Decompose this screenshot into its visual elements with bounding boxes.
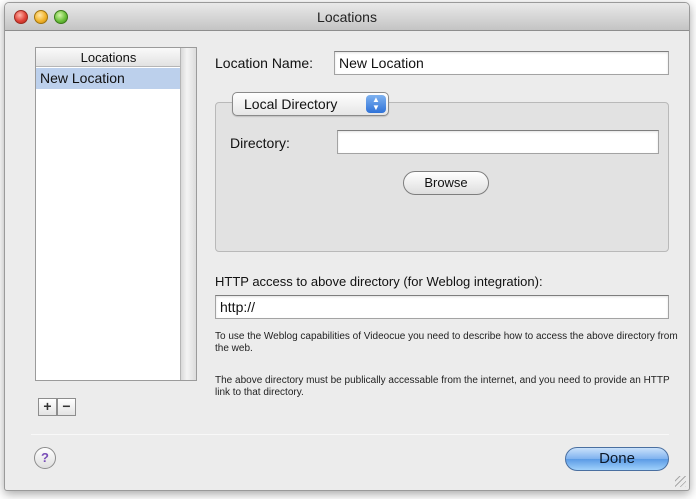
remove-location-button[interactable]: − [57,398,76,416]
weblog-help-text: To use the Weblog capabilities of Videoc… [215,331,678,354]
location-type-value: Local Directory [244,96,338,112]
locations-window: Locations Locations New Location + − Loc… [4,2,690,491]
http-url-field[interactable]: http:// [215,295,669,319]
resize-grip-icon[interactable] [675,476,686,487]
list-column-header[interactable]: Locations [36,48,181,67]
help-icon[interactable]: ? [34,447,56,469]
accessibility-help-text: The above directory must be publically a… [215,375,670,398]
locations-list[interactable]: Locations New Location [35,47,197,381]
footer-divider [31,434,669,435]
directory-label: Directory: [230,135,290,151]
location-type-popup[interactable]: Local Directory ▲ ▼ [232,92,389,116]
browse-button[interactable]: Browse [403,171,489,195]
updown-arrows-icon: ▲ ▼ [366,95,386,113]
add-location-button[interactable]: + [38,398,57,416]
location-name-field[interactable]: New Location [334,51,669,75]
done-button[interactable]: Done [565,447,669,471]
list-item[interactable]: New Location [36,68,181,89]
directory-field[interactable] [337,130,659,154]
title-bar[interactable]: Locations [5,3,689,31]
http-access-label: HTTP access to above directory (for Webl… [215,274,543,289]
list-scrollbar[interactable] [180,48,196,380]
location-name-label: Location Name: [215,55,314,71]
window-title: Locations [317,9,377,25]
